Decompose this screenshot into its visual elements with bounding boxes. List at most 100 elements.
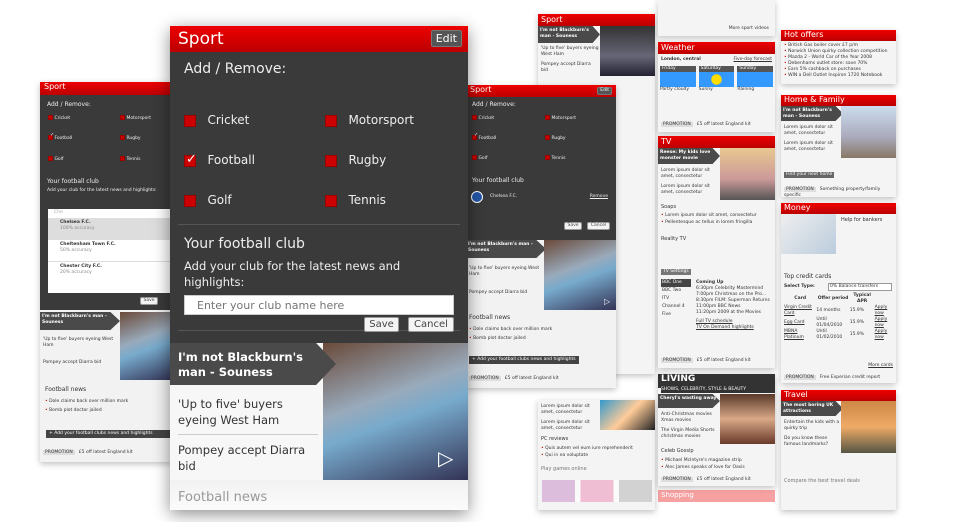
apply-link[interactable]: Apply now <box>875 329 894 341</box>
headline[interactable]: I'm not Blackburn's man - Souness <box>466 240 546 258</box>
sport-option-cricket[interactable]: Cricket <box>184 113 249 127</box>
play-icon[interactable]: ▷ <box>438 446 453 470</box>
sport-option[interactable]: Rugby <box>545 135 566 142</box>
edit-button[interactable]: Edit <box>430 30 462 47</box>
sport-option[interactable]: Tennis <box>545 155 566 162</box>
edit-button[interactable]: Edit <box>597 87 612 95</box>
channel-tab[interactable]: Five <box>661 311 691 319</box>
sport-option[interactable]: Golf <box>472 155 488 162</box>
story-link[interactable]: Pompey accept Diarra bid <box>178 442 318 474</box>
story-link[interactable]: 'Up to five' buyers eyeing West Ham <box>43 337 119 349</box>
promotion[interactable]: PROMOTION £5 off latest England kit <box>469 376 559 382</box>
cancel-button[interactable]: Cancel <box>408 317 454 332</box>
checkbox-checked[interactable] <box>184 152 197 167</box>
find-home-button[interactable]: Find your next home <box>784 172 835 178</box>
promotion[interactable]: PROMOTION Something property/family speci… <box>784 187 896 199</box>
apply-link[interactable]: Apply now <box>875 317 894 329</box>
list-item[interactable]: Pellentesque ac tellus in lorem fringill… <box>661 220 752 226</box>
promotion[interactable]: PROMOTION Free Experian credit report <box>784 375 880 381</box>
cancel-button[interactable]: Cancel <box>587 222 610 230</box>
promotion[interactable]: PROMOTION £5 off latest England kit <box>661 122 751 128</box>
remove-link[interactable]: Remove <box>590 194 608 200</box>
headline[interactable]: The most boring UK attractions <box>781 401 843 416</box>
story-link[interactable]: Entertain the kids with a quirky trip <box>784 420 840 432</box>
checkbox[interactable] <box>325 194 337 207</box>
sport-option[interactable]: Motorsport <box>545 115 576 122</box>
headline[interactable]: I'm not Blackburn's man - Souness <box>40 312 120 330</box>
checkbox[interactable] <box>325 114 337 127</box>
save-button[interactable]: Save <box>364 317 399 332</box>
promotion[interactable]: PROMOTION £5 off latest England kit <box>43 450 133 456</box>
sport-option-football[interactable]: Football <box>184 152 255 167</box>
channel-tab[interactable]: BBC One <box>661 279 691 287</box>
sport-option-tennis[interactable]: Tennis <box>325 193 386 207</box>
news-link[interactable]: Dole claims back over million mark <box>469 327 552 333</box>
card-link[interactable]: Virgin Credit Card <box>784 305 816 317</box>
add-club-news-button[interactable]: + Add your football clubs news and highl… <box>46 430 172 438</box>
more-videos-link[interactable]: More sport videos <box>729 26 769 32</box>
channel-tab[interactable]: ITV <box>661 295 691 303</box>
checkbox[interactable] <box>545 135 550 140</box>
club-search-input[interactable]: Che <box>48 209 172 218</box>
headline[interactable]: Reese: My kids love monster movie <box>658 148 720 164</box>
checkbox[interactable] <box>472 155 477 160</box>
sport-option[interactable]: Cricket <box>48 115 70 122</box>
sport-option-golf[interactable]: Golf <box>184 193 232 207</box>
checkbox[interactable] <box>120 135 125 140</box>
offer-link[interactable]: WIN a Dell Outlet Inspiron 1720 Notebook <box>784 73 887 79</box>
apply-link[interactable]: Apply now <box>875 305 894 317</box>
checkbox[interactable] <box>472 115 477 120</box>
checkbox[interactable] <box>325 154 337 167</box>
story-link[interactable]: Do you know these famous landmarks? <box>784 436 840 448</box>
sport-option[interactable]: Motorsport <box>120 115 151 122</box>
story-link[interactable]: 'Up to five' buyers eyeing West Ham <box>541 46 599 58</box>
checkbox[interactable] <box>120 115 125 120</box>
headline[interactable]: I'm not Blackburn's man - Souness <box>781 106 843 121</box>
checkbox[interactable] <box>48 115 53 120</box>
story-link[interactable]: Pompey accept Diarra bid <box>541 62 599 74</box>
story-link[interactable]: 'Up to five' buyers eyeing West Ham <box>178 396 318 428</box>
checkbox[interactable] <box>184 114 196 127</box>
promotion[interactable]: PROMOTION £5 off latest England kit <box>661 358 751 364</box>
checkbox-checked[interactable] <box>472 132 478 140</box>
sport-option[interactable]: Football <box>472 132 496 142</box>
list-item[interactable]: Michael McIntyre's magazine strip <box>661 458 742 464</box>
suggestion[interactable]: Chester City F.C. 20% accuracy <box>48 262 172 284</box>
sport-option-rugby[interactable]: Rugby <box>325 153 386 167</box>
sport-option[interactable]: Golf <box>48 156 64 163</box>
sport-option[interactable]: Tennis <box>120 156 141 163</box>
suggestion[interactable]: Cheltenham Town F.C. 50% accuracy <box>48 240 172 262</box>
story-link[interactable]: Pompey accept Diarra bid <box>43 360 119 366</box>
list-item[interactable]: Quis autem vel eum iure reprehenderit <box>541 446 633 452</box>
promotion[interactable]: PROMOTION £5 off latest England kit <box>661 477 751 483</box>
story-link[interactable]: Pompey accept Diarra bid <box>469 290 543 296</box>
card-link[interactable]: Egg Card <box>784 317 816 329</box>
checkbox-checked[interactable] <box>48 132 54 140</box>
save-button[interactable]: Save <box>140 297 158 305</box>
checkbox[interactable] <box>48 156 53 161</box>
list-item[interactable]: Qui in ea voluptate <box>541 453 588 459</box>
channel-tab[interactable]: BBC Two <box>661 287 691 295</box>
checkbox[interactable] <box>120 156 125 161</box>
play-icon[interactable]: ▷ <box>604 297 610 306</box>
story-link[interactable]: Anti-Christmas movies Xmas movies <box>661 412 719 424</box>
card-link[interactable]: MBNA Platinum <box>784 329 816 341</box>
sport-option-motorsport[interactable]: Motorsport <box>325 113 414 127</box>
story-link[interactable]: The Virgin Media Shorts christmas movies <box>661 428 719 440</box>
game-thumbnails[interactable] <box>542 480 652 502</box>
checkbox[interactable] <box>184 194 196 207</box>
headline[interactable]: Cheryl's wasting away <box>658 394 720 408</box>
card-type-select[interactable]: 0% Balance transfers <box>828 283 892 291</box>
channel-tab[interactable]: Channel 4 <box>661 303 691 311</box>
checkbox[interactable] <box>545 115 550 120</box>
tv-settings-button[interactable]: TV Settings <box>661 269 691 275</box>
list-item[interactable]: Alec James speaks of love for Oasis <box>661 465 745 471</box>
news-link[interactable]: Dole claims back over million mark <box>45 399 128 405</box>
more-cards-link[interactable]: More cards <box>868 363 893 369</box>
story-link[interactable]: 'Up to five' buyers eyeing West Ham <box>469 266 543 278</box>
add-club-news-button[interactable]: + Add your football clubs news and highl… <box>469 356 579 364</box>
club-name-input[interactable] <box>184 295 454 315</box>
sport-option[interactable]: Cricket <box>472 115 494 122</box>
news-link[interactable]: Bomb plot doctor jailed <box>469 336 526 342</box>
news-link[interactable]: Bomb plot doctor jailed <box>45 408 102 414</box>
